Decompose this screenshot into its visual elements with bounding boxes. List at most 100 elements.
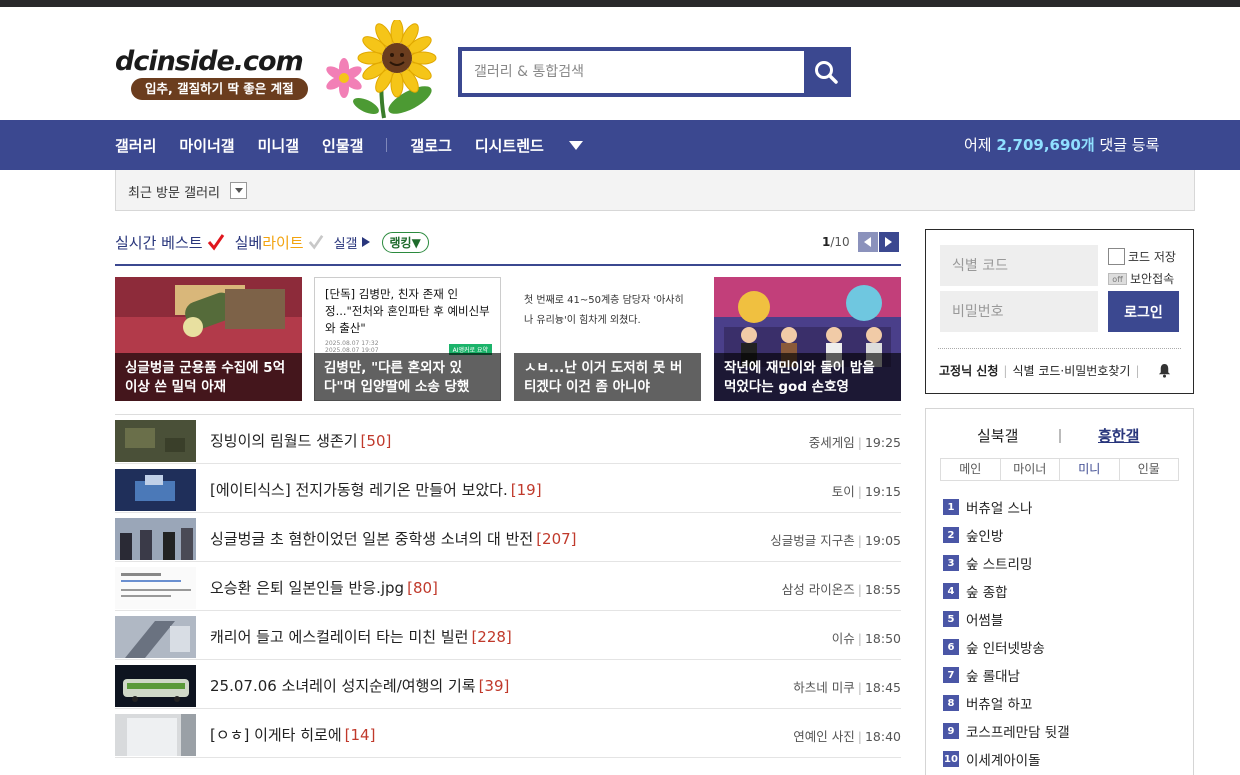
gallery-type-tabs: 메인 마이너 미니 인물 (940, 458, 1179, 481)
best-pager: 1/10 (822, 231, 899, 253)
secure-login-toggle[interactable]: off 보안접속 (1108, 270, 1174, 287)
nav-gallery[interactable]: 갤러리 (115, 135, 156, 156)
list-item[interactable]: 싱글벙글 초 혐한이었던 일본 중학생 소녀의 대 반전 [207] 싱글벙글 지… (115, 513, 901, 562)
best-card[interactable]: 싱글벙글 군용품 수집에 5억 이상 쓴 밀덕 아재 (115, 277, 302, 401)
sunflower-logo-icon (326, 20, 437, 119)
tab-silbuk-gallery[interactable]: 실북갤 (977, 425, 1018, 446)
tab-hot-gallery[interactable]: 흥한갤 (1098, 425, 1139, 446)
logo-text: dcinside.com (115, 46, 304, 77)
checkbox-icon (1108, 248, 1125, 265)
post-thumbnail (115, 714, 196, 756)
comment-count: [80] (407, 579, 438, 597)
nav-minor-gallery[interactable]: 마이너갤 (179, 135, 234, 156)
gallery-rank-item[interactable]: 6 숲 인터넷방송 (943, 633, 1178, 661)
post-meta: 토이 | 19:15 (831, 484, 901, 499)
prev-page-button[interactable] (857, 232, 878, 252)
rank-number: 7 (943, 667, 959, 683)
list-item[interactable]: 25.07.06 소녀레이 성지순례/여행의 기록 [39] 하츠네 미쿠 | 18:… (115, 660, 901, 709)
triangle-right-icon (361, 237, 370, 247)
post-meta: 연예인 사진 | 18:40 (793, 729, 901, 744)
subtab-minor[interactable]: 마이너 (1001, 459, 1060, 480)
save-code-checkbox[interactable]: 코드 저장 (1108, 248, 1176, 265)
best-card[interactable]: 작년에 재민이와 둘이 밥을 먹었다는 god 손호영 (714, 277, 901, 401)
gallery-rank-item[interactable]: 10 이세계아이돌 (943, 745, 1178, 773)
post-title-text: 징빙이의 림월드 생존기 (210, 432, 358, 450)
post-title-text: 오승환 은퇴 일본인들 반응.jpg (210, 579, 405, 597)
subtab-main[interactable]: 메인 (941, 459, 1001, 480)
ranking-button[interactable]: 랭킹▼ (381, 231, 429, 253)
post-gallery: 중세게임 (808, 435, 855, 450)
gallery-name: 이세계아이돌 (966, 753, 1041, 769)
post-time: 18:40 (864, 729, 901, 744)
nav-more-icon[interactable] (568, 140, 583, 150)
password-input[interactable] (940, 291, 1098, 332)
id-code-input[interactable] (940, 245, 1098, 286)
site-logo[interactable]: dcinside.com 입추, 갤질하기 딱 좋은 계절 (115, 46, 340, 104)
gallery-name: 숲 스트리밍 (966, 557, 1033, 573)
tab-best-lite[interactable]: 실베 라이트 (235, 232, 324, 253)
tab-realtime-best[interactable]: 실시간 베스트 (115, 232, 225, 253)
best-card[interactable]: 첫 번째로 41~50계층 담당자 '아사히나 유리늉'이 힘차게 외쳤다. ㅅ… (514, 277, 701, 401)
best-divider (115, 264, 901, 266)
search-input[interactable] (462, 51, 804, 93)
gallery-rank-item[interactable]: 4 숲 종합 (943, 577, 1178, 605)
gallery-rank-item[interactable]: 8 버츄얼 하꼬 (943, 689, 1178, 717)
list-item[interactable]: 징빙이의 림월드 생존기 [50] 중세게임 | 19:25 (115, 415, 901, 464)
next-page-button[interactable] (878, 232, 899, 252)
post-meta: 이슈 | 18:50 (831, 631, 901, 646)
nav-gallog[interactable]: 갤로그 (410, 135, 451, 156)
signup-link[interactable]: 고정닉 신청 (939, 362, 998, 379)
page-current: 1 (822, 235, 831, 249)
main-nav: 갤러리 마이너갤 미니갤 인물갤 갤로그 디시트렌드 어제 2,709,690개… (0, 120, 1240, 170)
rank-number: 5 (943, 611, 959, 627)
comment-count: [228] (471, 628, 512, 646)
post-gallery: 이슈 (831, 631, 855, 646)
post-thumbnail (115, 420, 196, 462)
card-caption: 작년에 재민이와 둘이 밥을 먹었다는 god 손호영 (714, 353, 901, 401)
top-bar (0, 0, 1240, 7)
list-item[interactable]: 캐리어 들고 에스컬레이터 타는 미친 빌런 [228] 이슈 | 18:50 (115, 611, 901, 660)
checkmark-icon (207, 234, 224, 251)
nav-person-gallery[interactable]: 인물갤 (322, 135, 363, 156)
post-gallery: 연예인 사진 (793, 729, 855, 744)
list-item[interactable]: [ㅇㅎ] 이게타 히로에 [14] 연예인 사진 | 18:40 (115, 709, 901, 758)
bell-icon[interactable] (1157, 363, 1172, 378)
tab-silgal[interactable]: 실갤 (334, 233, 370, 252)
gallery-rank-item[interactable]: 7 숲 롤대남 (943, 661, 1178, 689)
gallery-name: 어썸블 (966, 613, 1004, 629)
recent-galleries-toggle[interactable] (230, 182, 247, 199)
search-button[interactable] (804, 51, 847, 93)
post-title-text: 싱글벙글 초 혐한이었던 일본 중학생 소녀의 대 반전 (210, 530, 534, 548)
card-inner-text: 첫 번째로 41~50계층 담당자 '아사히나 유리늉'이 힘차게 외쳤다. (524, 295, 684, 326)
login-button[interactable]: 로그인 (1108, 291, 1179, 332)
gallery-rank-item[interactable]: 5 어썸블 (943, 605, 1178, 633)
rank-number: 6 (943, 639, 959, 655)
post-title-text: [에이티식스] 전지가동형 레기온 만들어 보았다. (210, 481, 508, 499)
card-caption: ㅅㅂ...난 이거 도저히 못 버티겠다 이건 좀 아니야 (514, 353, 701, 401)
find-account-link[interactable]: 식별 코드·비밀번호찾기 (1012, 362, 1130, 379)
rank-number: 2 (943, 527, 959, 543)
search-icon (814, 61, 838, 84)
search-box (458, 47, 851, 97)
post-meta: 싱글벙글 지구촌 | 19:05 (770, 533, 901, 548)
nav-mini-gallery[interactable]: 미니갤 (258, 135, 299, 156)
toggle-off-icon: off (1108, 272, 1127, 285)
card-caption: 싱글벙글 군용품 수집에 5억 이상 쓴 밀덕 아재 (115, 353, 302, 401)
tab-divider (1059, 429, 1061, 443)
list-item[interactable]: [에이티식스] 전지가동형 레기온 만들어 보았다. [19] 토이 | 19:15 (115, 464, 901, 513)
post-title: 싱글벙글 초 혐한이었던 일본 중학생 소녀의 대 반전 [207] (210, 528, 577, 549)
gallery-rank-item[interactable]: 2 숲인방 (943, 521, 1178, 549)
gallery-rank-item[interactable]: 9 코스프레만담 뒷갤 (943, 717, 1178, 745)
comment-stat: 어제 2,709,690개 댓글 등록 (964, 120, 1159, 170)
gallery-rank-item[interactable]: 3 숲 스트리밍 (943, 549, 1178, 577)
best-card[interactable]: [단독] 김병만, 친자 존재 인정..."전처와 혼인파탄 후 예비신부와 출… (314, 277, 501, 401)
rank-number: 10 (943, 751, 959, 767)
nav-dcitrend[interactable]: 디시트렌드 (475, 135, 544, 156)
arrow-left-icon (864, 237, 872, 247)
list-item[interactable]: 오승환 은퇴 일본인들 반응.jpg [80] 삼성 라이온즈 | 18:55 (115, 562, 901, 611)
chevron-down-icon (234, 188, 243, 193)
gallery-rank-item[interactable]: 1 버츄얼 스나 (943, 493, 1178, 521)
subtab-person[interactable]: 인물 (1120, 459, 1179, 480)
subtab-mini[interactable]: 미니 (1060, 459, 1120, 480)
comment-count: [19] (510, 481, 542, 499)
